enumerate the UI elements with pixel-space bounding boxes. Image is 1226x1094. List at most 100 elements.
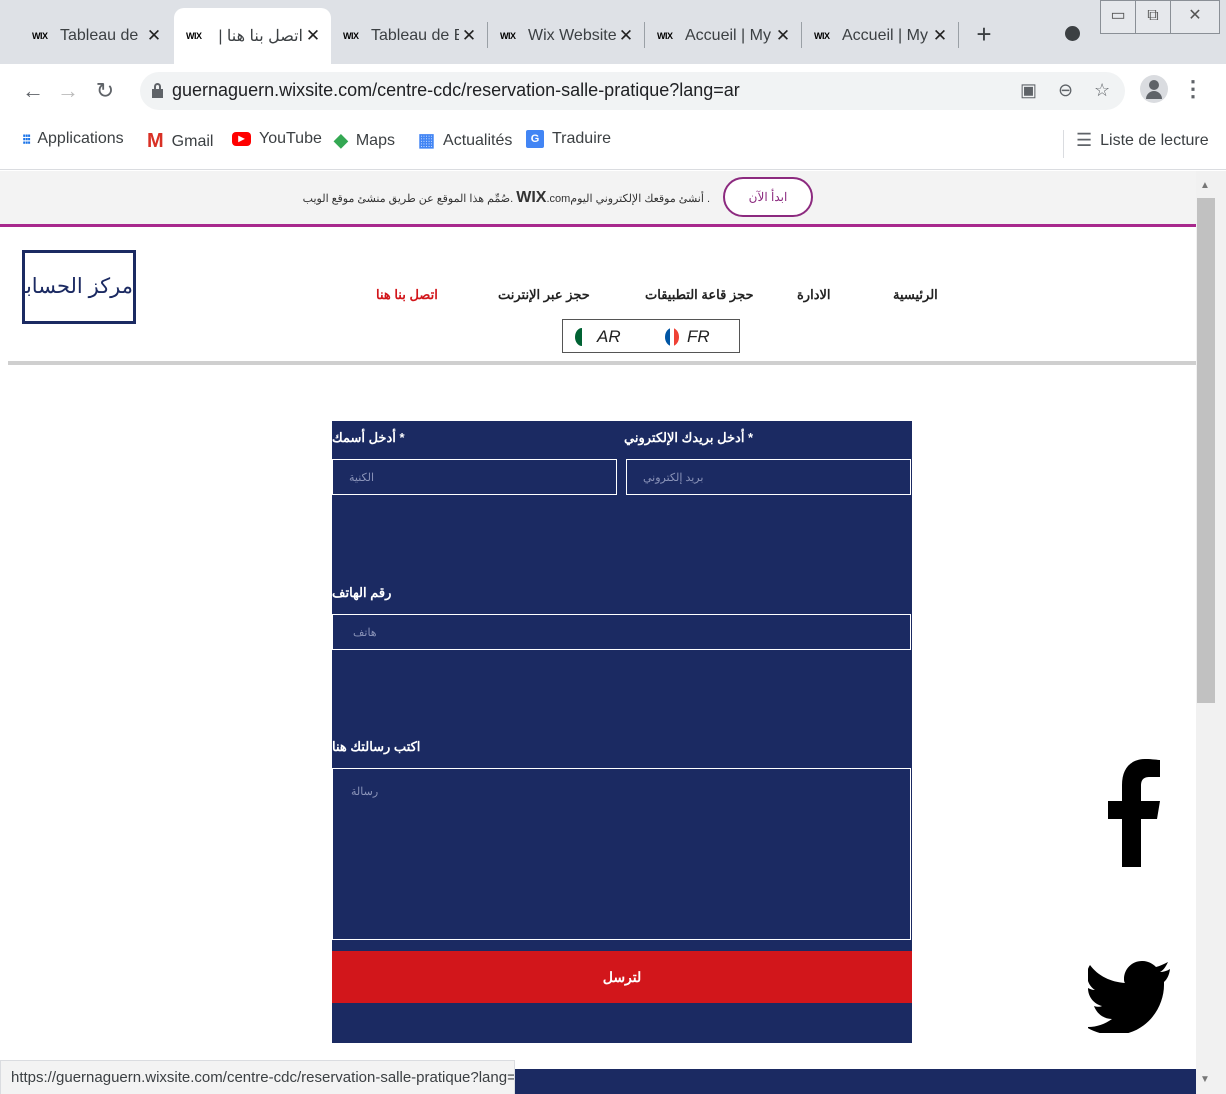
bookmark-gmail[interactable]: M Gmail (147, 130, 213, 153)
translate-page-icon[interactable]: ▣ (1020, 80, 1037, 101)
lang-label: FR (687, 327, 710, 346)
bookmark-applications[interactable]: ⁝⁝⁝ Applications (22, 130, 124, 148)
wix-ad-banner: . أنشئ موقعك الإلكتروني اليوم WIX.com .صُ… (0, 171, 1196, 224)
phone-placeholder: هاتف (353, 627, 377, 639)
close-window-button[interactable]: ✕ (1170, 0, 1220, 34)
wix-favicon-icon: WIX (814, 31, 830, 41)
browser-toolbar: ← → ↻ guernaguern.wixsite.com/centre-cdc… (0, 64, 1226, 118)
back-arrow-icon[interactable]: ← (20, 76, 46, 106)
profile-avatar-icon[interactable] (1140, 75, 1168, 103)
bookmark-actualites[interactable]: ▦ Actualités (418, 130, 512, 151)
scroll-down-arrow-icon[interactable]: ▼ (1200, 1074, 1210, 1085)
browser-menu-icon[interactable]: ⋮ (1182, 76, 1204, 102)
restore-button[interactable]: ⧉ (1135, 0, 1171, 34)
minimize-button[interactable]: ▭ (1100, 0, 1136, 34)
scroll-up-arrow-icon[interactable]: ▲ (1200, 180, 1210, 191)
browser-tab[interactable]: WIX Wix Website ✕ (488, 8, 644, 64)
new-tab-button[interactable]: + (970, 16, 998, 52)
tab-search-icon[interactable] (1065, 26, 1080, 41)
tab-title: Accueil | My (685, 27, 771, 44)
bookmark-traduire[interactable]: G Traduire (526, 130, 611, 148)
bookmarks-separator (1063, 130, 1064, 158)
banner-text-part: .صُمِّم هذا الموقع عن طريق منشئ موقع الو… (302, 193, 514, 205)
nav-app-room-booking[interactable]: حجز قاعة التطبيقات (645, 287, 754, 303)
site-logo[interactable]: مركز الحسابات (22, 250, 136, 324)
tab-title: Accueil | My (842, 27, 928, 44)
contact-form: * أدخل بريدك الإلكتروني * أدخل أسمك الكن… (332, 421, 912, 1043)
lang-label: AR (597, 327, 621, 346)
wix-favicon-icon: WIX (186, 31, 202, 41)
wix-favicon-icon: WIX (32, 31, 48, 41)
address-bar[interactable]: guernaguern.wixsite.com/centre-cdc/reser… (140, 72, 1125, 110)
tab-strip: WIX Tableau de B ✕ WIX اتصل بنا هنا | 1 … (0, 0, 1226, 64)
bookmark-star-icon[interactable]: ☆ (1094, 80, 1110, 101)
page-viewport: . أنشئ موقعك الإلكتروني اليوم WIX.com .صُ… (0, 171, 1196, 1094)
tab-close-icon[interactable]: ✕ (930, 26, 950, 46)
phone-label: رقم الهاتف (332, 585, 392, 600)
name-field[interactable]: الكنية (332, 459, 617, 495)
wix-favicon-icon: WIX (343, 31, 359, 41)
browser-tab[interactable]: WIX Accueil | My ✕ (802, 8, 958, 64)
email-placeholder: بريد إلكتروني (643, 472, 704, 484)
tab-close-icon[interactable]: ✕ (616, 26, 636, 46)
translate-icon: G (526, 130, 544, 148)
name-label: * أدخل أسمك (332, 430, 405, 445)
zoom-icon[interactable]: ⊖ (1058, 80, 1073, 101)
lang-option-fr[interactable]: FR (665, 327, 710, 347)
browser-tab[interactable]: WIX Tableau de B ✕ (20, 8, 172, 64)
wix-banner-text: . أنشئ موقعك الإلكتروني اليوم WIX.com .صُ… (300, 189, 710, 207)
wix-brand-text: WIX (516, 189, 547, 206)
banner-divider (0, 224, 1196, 227)
reload-icon[interactable]: ↻ (92, 76, 118, 106)
tab-close-icon[interactable]: ✕ (773, 26, 793, 46)
bookmark-label: YouTube (259, 130, 322, 147)
phone-field[interactable]: هاتف (332, 614, 911, 650)
wix-favicon-icon: WIX (500, 31, 516, 41)
browser-tab-active[interactable]: WIX اتصل بنا هنا | 1 ✕ (174, 8, 331, 64)
browser-tab[interactable]: WIX Tableau de B ✕ (331, 8, 487, 64)
nav-contact-us[interactable]: اتصل بنا هنا (376, 287, 438, 303)
tab-title: Wix Website (528, 27, 616, 44)
message-label: اكتب رسالتك هنا (332, 739, 421, 754)
nav-home[interactable]: الرئيسية (893, 287, 938, 303)
bookmark-label: Actualités (443, 131, 513, 149)
banner-text-part: . أنشئ موقعك الإلكتروني اليوم (570, 193, 710, 205)
bookmark-maps[interactable]: ◆ Maps (334, 130, 395, 151)
browser-tab[interactable]: WIX Accueil | My ✕ (645, 8, 801, 64)
bookmark-label: Applications (37, 130, 124, 147)
tab-title: Tableau de B (371, 27, 459, 44)
submit-button[interactable]: لترسل (332, 951, 912, 1003)
email-field[interactable]: بريد إلكتروني (626, 459, 911, 495)
footer-strip (500, 1069, 1196, 1094)
youtube-icon: ▶ (232, 132, 251, 146)
tab-close-icon[interactable]: ✕ (144, 26, 164, 46)
start-now-button[interactable]: ابدأ الآن (723, 177, 813, 217)
gmail-icon: M (147, 130, 164, 152)
lang-option-ar[interactable]: AR (575, 327, 621, 347)
algeria-flag-icon (575, 328, 589, 346)
tab-close-icon[interactable]: ✕ (303, 26, 323, 46)
wix-brand-suffix: .com (546, 193, 571, 205)
france-flag-icon (665, 328, 679, 346)
header-divider (8, 361, 1196, 365)
message-textarea[interactable]: رسالة (332, 768, 911, 940)
twitter-icon[interactable] (1088, 961, 1170, 1033)
lock-icon (152, 83, 163, 98)
facebook-icon[interactable] (1108, 759, 1160, 867)
nav-administration[interactable]: الادارة (797, 287, 831, 303)
reading-list-label: Liste de lecture (1100, 131, 1209, 149)
bookmark-youtube[interactable]: ▶ YouTube (232, 130, 322, 148)
forward-arrow-icon[interactable]: → (55, 76, 81, 106)
bookmarks-bar: ⁝⁝⁝ Applications M Gmail ▶ YouTube ◆ Map… (0, 118, 1226, 170)
reading-list-button[interactable]: ☰ Liste de lecture (1076, 130, 1209, 151)
scrollbar-thumb[interactable] (1197, 198, 1215, 703)
wix-favicon-icon: WIX (657, 31, 673, 41)
language-switcher: AR FR (562, 319, 740, 353)
nav-online-booking[interactable]: حجز عبر الإنترنت (498, 287, 590, 303)
bookmark-label: Maps (355, 131, 395, 149)
url-text[interactable]: guernaguern.wixsite.com/centre-cdc/reser… (172, 80, 740, 101)
name-placeholder: الكنية (349, 472, 375, 484)
tab-close-icon[interactable]: ✕ (459, 26, 479, 46)
tab-title: اتصل بنا هنا | 1 (214, 28, 303, 45)
maps-icon: ◆ (334, 130, 348, 150)
